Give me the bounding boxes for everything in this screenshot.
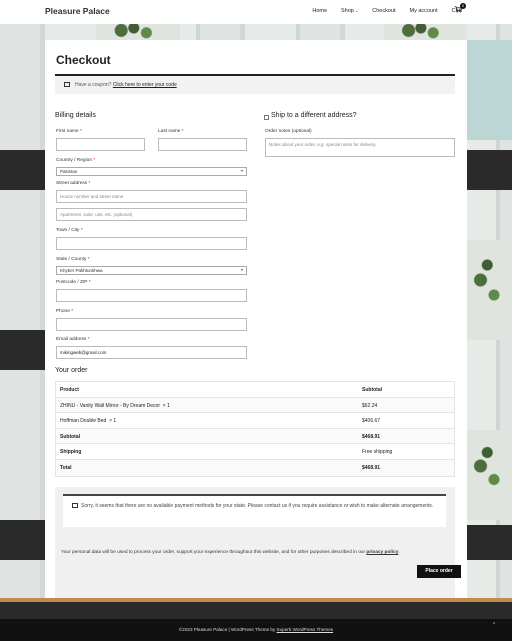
site-title[interactable]: Pleasure Palace [45,6,110,16]
email-input[interactable]: mikingweb@gmail.com [56,346,247,359]
nav-item-my-account[interactable]: My account [409,8,437,14]
table-row: Hoffman Double Bed × 1 $406.67 [56,413,454,429]
privacy-policy-link[interactable]: privacy policy [366,550,398,555]
phone-input[interactable] [56,318,247,331]
country-label: Country / Region * [56,158,95,163]
country-select[interactable]: Pakistan ▾ [56,167,247,176]
chevron-down-icon: ▾ [240,267,243,272]
state-label: State / County * [56,257,90,262]
col-subtotal: Subtotal [362,387,382,393]
nav-item-shop-label: Shop [341,8,354,14]
product-qty: × 1 [162,402,170,409]
chevron-down-icon: ▾ [240,168,243,173]
shipping-row: Shipping Free shipping [56,444,454,460]
state-label-text: State / County [56,257,87,262]
coupon-notice: Have a coupon? Click here to enter your … [55,74,455,94]
required-mark: * [87,257,90,262]
main-nav: Home Shop⌄ Checkout My account Cart [298,8,462,14]
payment-section: Sorry, it seems that there are no availa… [55,487,461,598]
state-select[interactable]: Khyber Pakhtunkhwa ▾ [56,266,247,275]
coupon-text: Have a coupon? [75,82,112,88]
apartment-input[interactable]: Apartment, suite, unit, etc. (optional) [56,208,247,221]
postcode-input[interactable] [56,289,247,302]
product-price: $62.24 [362,402,378,409]
footer-theme-link[interactable]: Superb WordPress Themes [277,627,334,632]
required-mark: * [87,337,90,342]
first-name-label: First name * [56,129,82,134]
col-product: Product [60,387,79,393]
info-icon [64,82,70,87]
postcode-label: Postcode / ZIP * [56,280,91,285]
product-name: ZHINU - Vanity Wall Mirror - By Dream De… [60,403,170,409]
country-label-text: Country / Region [56,158,92,163]
table-row: ZHINU - Vanity Wall Mirror - By Dream De… [56,397,454,414]
footer-text: ©2023 Pleasure Palace | WordPress Theme … [178,627,276,632]
product-name-text: ZHINU - Vanity Wall Mirror - By Dream De… [60,402,161,409]
first-name-input[interactable] [56,138,145,151]
coupon-link[interactable]: Click here to enter your code [113,82,177,88]
required-mark: * [181,129,184,134]
email-label-text: Email address [56,337,87,342]
scroll-to-top-icon[interactable]: ^ [490,621,498,629]
phone-label: Phone * [56,309,73,314]
order-notes-textarea[interactable]: Notes about your order, e.g. special not… [265,138,455,157]
shipping-value: Free shipping [362,449,393,456]
product-name: Hoffman Double Bed × 1 [60,418,116,424]
required-mark: * [88,181,91,186]
privacy-text: Your personal data will be used to proce… [61,550,366,555]
required-mark: * [93,158,96,163]
product-name-text: Hoffman Double Bed [60,418,107,425]
your-order-heading: Your order [55,367,88,374]
ship-different-checkbox[interactable] [264,115,269,120]
place-order-button[interactable]: Place order [417,565,461,578]
required-mark: * [80,228,83,233]
order-notes-label: Order notes (optional) [265,129,312,134]
product-price: $406.67 [362,418,381,425]
phone-label-text: Phone [56,309,70,314]
subtotal-label: Subtotal [60,433,80,440]
billing-heading: Billing details [55,112,96,119]
no-payment-text: Sorry, it seems that there are no availa… [81,503,434,509]
town-label: Town / City * [56,228,83,233]
site-footer: ©2023 Pleasure Palace | WordPress Theme … [0,619,512,641]
table-header-row: Product Subtotal [56,382,454,398]
last-name-label: Last name * [158,129,184,134]
site-header: Pleasure Palace Home Shop⌄ Checkout My a… [0,0,512,24]
info-icon [72,503,78,508]
subtotal-row: Subtotal $468.91 [56,428,454,445]
required-mark: * [71,309,74,314]
checkout-card: Checkout Have a coupon? Click here to en… [45,40,467,598]
nav-item-shop[interactable]: Shop⌄ [341,8,358,14]
total-value: $468.91 [362,464,381,471]
cart-count-badge: 0 [460,3,466,9]
last-name-label-text: Last name [158,129,181,134]
nav-item-home[interactable]: Home [312,8,327,14]
email-label: Email address * [56,337,90,342]
first-name-label-text: First name [56,129,79,134]
last-name-input[interactable] [158,138,247,151]
product-qty: × 1 [109,418,117,425]
privacy-end: . [398,550,400,555]
shipping-label: Shipping [60,449,82,456]
town-label-text: Town / City [56,228,80,233]
street-address-input[interactable]: House number and street name [56,190,247,203]
street-label: Street address * [56,181,90,186]
nav-item-checkout[interactable]: Checkout [372,8,395,14]
privacy-notice: Your personal data will be used to proce… [61,549,451,557]
state-select-value: Khyber Pakhtunkhwa [60,268,103,273]
country-select-value: Pakistan [60,169,78,174]
page-title: Checkout [56,53,111,67]
postcode-label-text: Postcode / ZIP [56,280,88,285]
total-row: Total $468.91 [56,459,454,476]
no-payment-notice: Sorry, it seems that there are no availa… [63,494,446,527]
town-input[interactable] [56,237,247,250]
ship-different-label[interactable]: Ship to a different address? [271,112,356,119]
street-label-text: Street address [56,181,88,186]
required-mark: * [80,129,82,134]
order-review-table: Product Subtotal ZHINU - Vanity Wall Mir… [55,381,455,477]
total-label: Total [60,464,72,471]
subtotal-value: $468.91 [362,433,381,440]
chevron-down-icon: ⌄ [354,8,359,13]
required-mark: * [88,280,91,285]
